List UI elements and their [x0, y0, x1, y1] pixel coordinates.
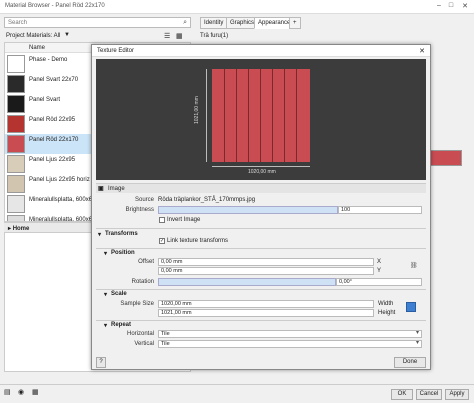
- filter-icon[interactable]: ▼: [64, 32, 70, 38]
- appearance-swatch: [430, 150, 462, 166]
- editor-toggle-icon[interactable]: ▦: [32, 388, 39, 396]
- texture-preview: 1021,00 mm 1020,00 mm: [96, 59, 426, 180]
- offset-x-label: X: [377, 259, 382, 265]
- material-label: Panel Svart 22x70: [29, 77, 79, 83]
- sample-width-field[interactable]: 1020,00 mm: [158, 300, 374, 308]
- repeat-label: Repeat: [111, 322, 132, 328]
- add-tab-button[interactable]: +: [289, 17, 301, 29]
- material-label: Panel Svart: [29, 97, 61, 103]
- tree-item-home[interactable]: ▸ Home: [8, 225, 29, 232]
- material-label: Phase - Demo: [29, 57, 68, 63]
- project-materials-bar: Project Materials: All ▼ ☰ ▦: [4, 31, 191, 41]
- rotation-field[interactable]: 0,00°: [336, 278, 422, 286]
- texture-editor-dialog: Texture Editor ✕ 1021,00 mm 1020,00 mm ▣…: [91, 44, 431, 370]
- offset-y-field[interactable]: 0,00 mm: [158, 267, 374, 275]
- position-toggle-icon: ▾: [104, 251, 108, 257]
- help-button[interactable]: ?: [96, 357, 106, 368]
- dimension-height: 1021,00 mm: [194, 96, 200, 124]
- project-materials-label: Project Materials: All: [6, 33, 61, 39]
- vertical-label: Vertical: [134, 341, 154, 347]
- scale-section[interactable]: ▾ Scale: [96, 289, 426, 298]
- asset-name: Trä furu(1): [200, 33, 228, 39]
- offset-x-field[interactable]: 0,00 mm: [158, 258, 374, 266]
- material-thumbnail: [7, 115, 25, 133]
- brightness-slider[interactable]: [158, 206, 338, 214]
- cancel-button[interactable]: Cancel: [416, 389, 442, 400]
- material-thumbnail: [7, 55, 25, 73]
- maximize-icon[interactable]: □: [446, 2, 456, 9]
- width-label: Width: [378, 301, 394, 307]
- tab-identity[interactable]: Identity: [200, 17, 228, 29]
- material-thumbnail: [7, 95, 25, 113]
- material-thumbnail: [7, 195, 25, 213]
- dimension-line-horizontal: [212, 166, 310, 167]
- repeat-section[interactable]: ▾ Repeat: [96, 320, 426, 329]
- material-thumbnail: [7, 135, 25, 153]
- source-value[interactable]: Röda träplankor_STÅ_170mmps.jpg: [158, 197, 255, 203]
- transforms-section[interactable]: ▾ Transforms: [96, 228, 426, 238]
- source-label: Source: [134, 197, 154, 203]
- material-thumbnail: [7, 175, 25, 193]
- minimize-icon[interactable]: –: [434, 2, 444, 9]
- material-thumbnail: [7, 215, 25, 221]
- apply-button[interactable]: Apply: [445, 389, 469, 400]
- image-section[interactable]: ▣ Image: [96, 183, 426, 193]
- search-placeholder: Search: [8, 20, 28, 26]
- invert-image-checkbox[interactable]: [159, 217, 165, 223]
- material-label: Panel Ljus 22x95 horiz: [29, 177, 90, 183]
- dimension-line-vertical: [206, 69, 207, 162]
- sample-size-label: Sample Size: [120, 301, 154, 307]
- link-chain-icon[interactable]: ⛓: [410, 262, 418, 269]
- window-title: Material Browser - Panel Röd 22x170: [5, 3, 105, 9]
- material-thumbnail: [7, 155, 25, 173]
- link-transforms-checkbox[interactable]: ✓: [159, 238, 165, 244]
- create-material-icon[interactable]: ◉: [18, 388, 24, 396]
- dialog-title: Texture Editor: [97, 48, 135, 54]
- offset-label: Offset: [138, 259, 154, 265]
- grid-view-icon[interactable]: ▦: [176, 32, 183, 40]
- lock-aspect-icon[interactable]: [406, 302, 416, 312]
- dimension-width: 1020,00 mm: [248, 169, 276, 175]
- library-icon[interactable]: ▤: [4, 388, 11, 396]
- tree-home-label: Home: [12, 226, 30, 232]
- list-header-name: Name: [29, 45, 46, 51]
- ok-button[interactable]: OK: [391, 389, 413, 400]
- image-section-icon: ▣: [98, 186, 104, 192]
- texture-image: [212, 69, 310, 162]
- close-icon[interactable]: ✕: [460, 2, 470, 10]
- material-label: Panel Röd 22x95: [29, 117, 76, 123]
- position-label: Position: [111, 250, 135, 256]
- material-label: Panel Ljus 22x95: [29, 157, 76, 163]
- scale-label: Scale: [111, 291, 127, 297]
- material-label: Panel Röd 22x170: [29, 137, 79, 143]
- offset-y-label: Y: [377, 268, 382, 274]
- asset-name-label: Trä furu(1): [200, 33, 229, 39]
- image-section-label: Image: [108, 186, 125, 192]
- footer-bar: ▤ ◉ ▦ OK Cancel Apply: [0, 384, 474, 403]
- vertical-repeat-select[interactable]: Tile: [158, 340, 422, 348]
- transforms-toggle-icon: ▾: [98, 232, 102, 238]
- dialog-close-icon[interactable]: ✕: [419, 47, 425, 55]
- scale-toggle-icon: ▾: [104, 292, 108, 298]
- brightness-label: Brightness: [125, 207, 154, 213]
- repeat-toggle-icon: ▾: [104, 323, 108, 329]
- position-section[interactable]: ▾ Position: [96, 248, 426, 257]
- rotation-slider[interactable]: [158, 278, 336, 286]
- dialog-titlebar: Texture Editor ✕: [92, 45, 430, 57]
- invert-image-label: Invert Image: [167, 217, 201, 223]
- search-input[interactable]: Search ⌕: [4, 17, 191, 28]
- transforms-label: Transforms: [105, 231, 138, 237]
- done-button[interactable]: Done: [394, 357, 426, 368]
- material-thumbnail: [7, 75, 25, 93]
- window-titlebar: Material Browser - Panel Röd 22x170 – □ …: [0, 0, 474, 14]
- list-view-icon[interactable]: ☰: [164, 32, 170, 40]
- horizontal-label: Horizontal: [126, 331, 154, 337]
- sample-height-field[interactable]: 1021,00 mm: [158, 309, 374, 317]
- link-transforms-label: Link texture transforms: [167, 238, 229, 244]
- brightness-field[interactable]: 100: [338, 206, 422, 214]
- rotation-label: Rotation: [131, 279, 154, 285]
- horizontal-repeat-select[interactable]: Tile: [158, 330, 422, 338]
- search-icon[interactable]: ⌕: [183, 19, 187, 27]
- height-label: Height: [378, 310, 396, 316]
